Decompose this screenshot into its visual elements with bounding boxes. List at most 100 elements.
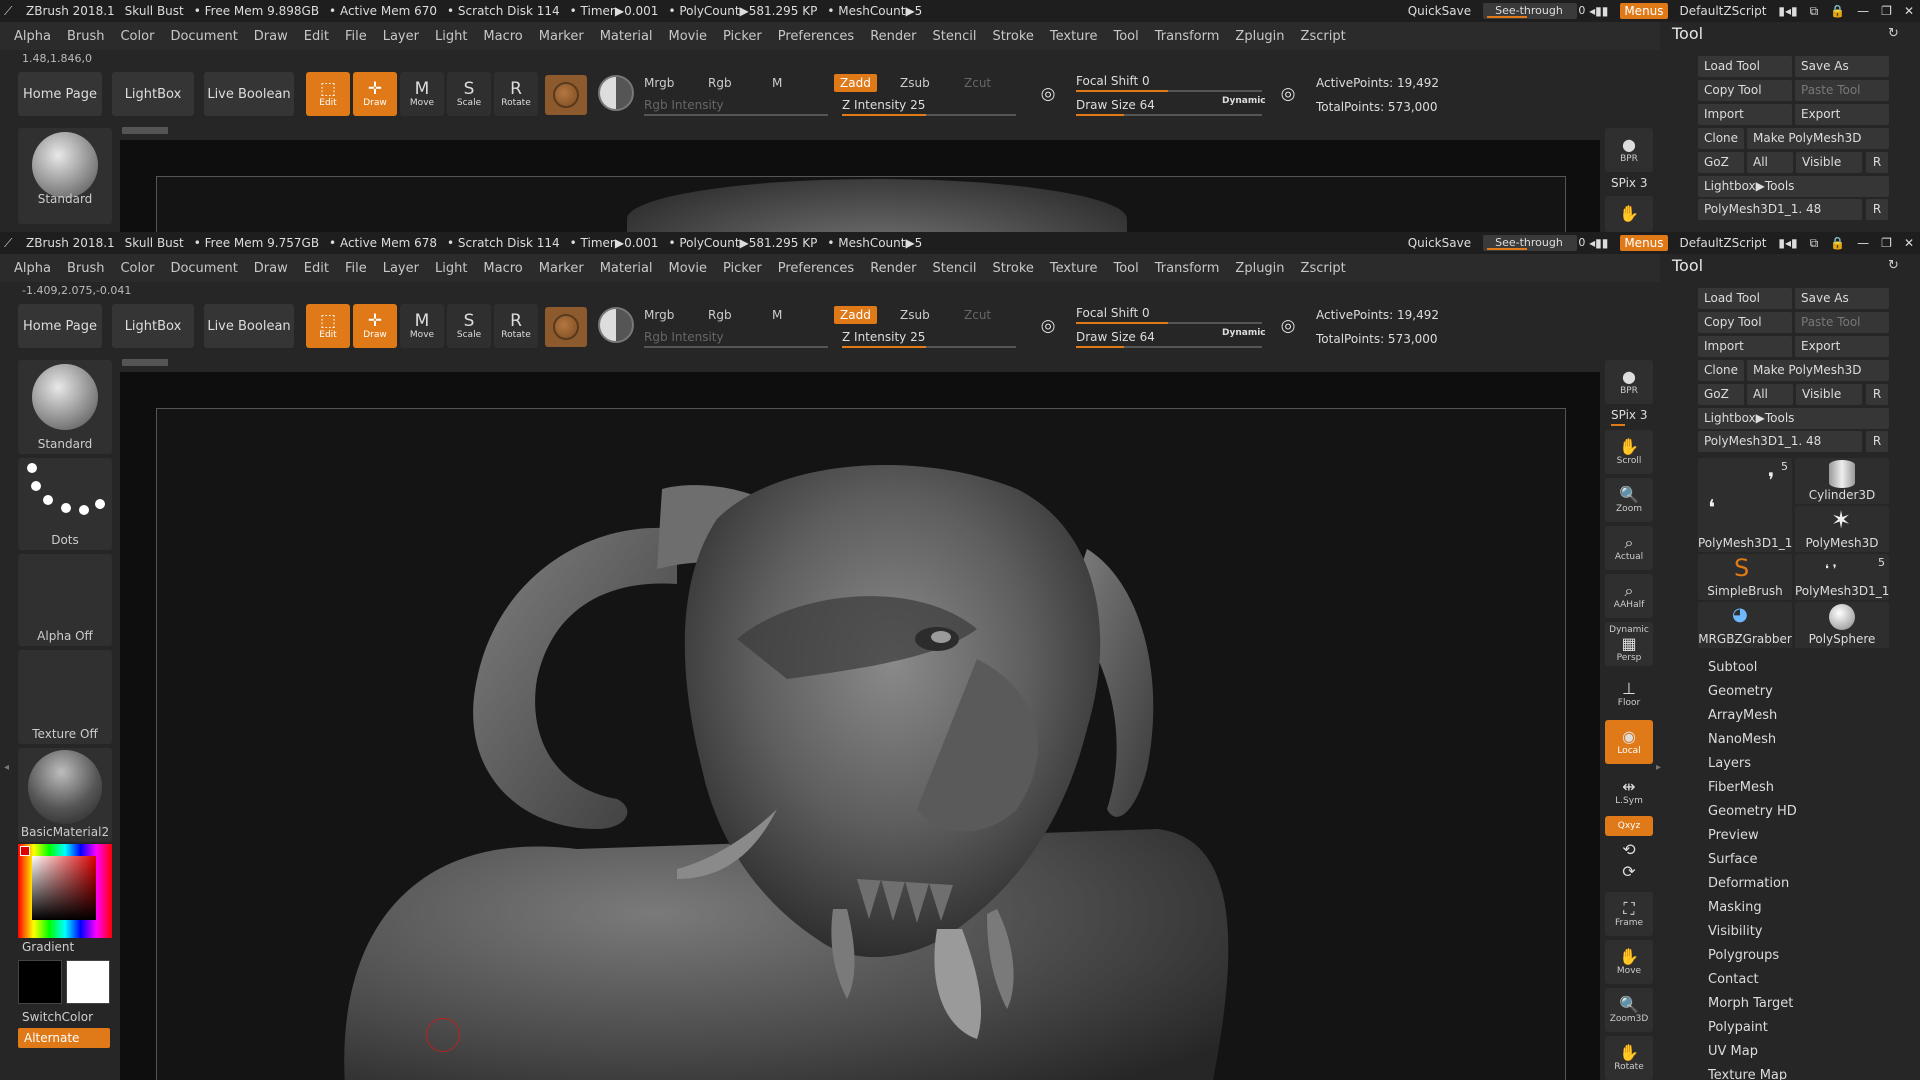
local-button[interactable]: ◉ Local — [1605, 720, 1653, 764]
tool-thumb-polysphere[interactable]: PolySphere — [1795, 602, 1889, 648]
rgb-intensity-slider[interactable]: Rgb Intensity — [644, 98, 724, 112]
texture-thumb[interactable]: Texture Off — [18, 650, 112, 744]
zcut-button[interactable]: Zcut — [964, 308, 991, 322]
menu-document[interactable]: Document — [170, 261, 237, 276]
main-color-swatch[interactable] — [18, 960, 62, 1004]
current-tool-slider[interactable]: PolyMesh3D1_1. 48 — [1698, 199, 1862, 220]
menu-color[interactable]: Color — [120, 29, 154, 44]
scale-button[interactable]: S Scale — [447, 72, 491, 116]
goz-r-button[interactable]: R — [1866, 152, 1888, 173]
import-button[interactable]: Import — [1698, 104, 1792, 125]
z-intensity-slider[interactable]: Z Intensity 25 — [842, 330, 925, 344]
lazy-mouse-icon[interactable]: ◎ — [1270, 72, 1306, 116]
move-button[interactable]: M Move — [400, 72, 444, 116]
live-boolean-button[interactable]: Live Boolean — [204, 304, 294, 348]
focal-shift-slider[interactable]: Focal Shift 0 — [1076, 306, 1150, 320]
gradient-label[interactable]: Gradient — [22, 940, 74, 954]
draw-size-slider[interactable]: Draw Size 64 — [1076, 98, 1155, 112]
color-square[interactable] — [32, 856, 96, 920]
quicksave-button[interactable]: QuickSave — [1408, 4, 1471, 18]
actual-button[interactable]: ⌕ Actual — [1605, 526, 1653, 570]
draw-size-slider[interactable]: Draw Size 64 — [1076, 330, 1155, 344]
submenu-layers[interactable]: Layers — [1708, 756, 1751, 771]
restore-icon[interactable]: ❐ — [1881, 4, 1892, 18]
menu-macro[interactable]: Macro — [483, 261, 522, 276]
layout-icon[interactable]: ◂▮▮ — [1589, 4, 1608, 18]
load-tool-button[interactable]: Load Tool — [1698, 56, 1792, 77]
submenu-uv-map[interactable]: UV Map — [1708, 1044, 1758, 1059]
tool-thumb-polymesh-active[interactable]: 5 ❛ ❜ PolyMesh3D1_1 — [1698, 458, 1792, 552]
menu-material[interactable]: Material — [600, 29, 653, 44]
menu-edit[interactable]: Edit — [304, 29, 329, 44]
lightbox-tools-button[interactable]: Lightbox▶Tools — [1698, 176, 1889, 197]
submenu-visibility[interactable]: Visibility — [1708, 924, 1762, 939]
menu-tool[interactable]: Tool — [1113, 29, 1138, 44]
menu-marker[interactable]: Marker — [539, 261, 584, 276]
rgb-intensity-track[interactable] — [644, 346, 828, 348]
palette-reset-icon[interactable]: ↻ — [1888, 258, 1899, 273]
submenu-surface[interactable]: Surface — [1708, 852, 1758, 867]
home-page-button[interactable]: Home Page — [18, 72, 102, 116]
menu-alpha[interactable]: Alpha — [14, 261, 51, 276]
quicksave-button[interactable]: QuickSave — [1408, 236, 1471, 250]
tool-thumb-polymesh-sub[interactable]: 5 ❛ ❜ PolyMesh3D1_1 — [1795, 554, 1889, 600]
load-tool-button[interactable]: Load Tool — [1698, 288, 1792, 309]
help-icon[interactable]: ▮◂▮ — [1778, 4, 1797, 18]
paste-tool-button[interactable]: Paste Tool — [1795, 80, 1889, 101]
menu-draw[interactable]: Draw — [254, 29, 288, 44]
menu-movie[interactable]: Movie — [669, 261, 707, 276]
menu-edit[interactable]: Edit — [304, 261, 329, 276]
clone-button[interactable]: Clone — [1698, 128, 1744, 149]
left-tray-toggle-icon[interactable]: ◂ — [4, 762, 12, 822]
layout-switch-icon[interactable]: ⧉ — [1810, 236, 1819, 251]
menu-draw[interactable]: Draw — [254, 261, 288, 276]
draw-button[interactable]: ✛ Draw — [353, 72, 397, 116]
persp-button[interactable]: Dynamic ▦ Persp — [1605, 622, 1653, 666]
dynamic-toggle[interactable]: Dynamic — [1222, 96, 1266, 106]
save-as-button[interactable]: Save As — [1795, 56, 1889, 77]
bpr-button-back[interactable]: ● BPR — [1605, 128, 1653, 172]
rgb-intensity-slider[interactable]: Rgb Intensity — [644, 330, 724, 344]
close-icon[interactable]: ✕ — [1904, 4, 1914, 18]
default-zscript-button[interactable]: DefaultZScript — [1680, 4, 1767, 18]
default-zscript-button[interactable]: DefaultZScript — [1680, 236, 1767, 250]
seethrough-slider[interactable]: See-through 0 — [1483, 235, 1585, 251]
rgb-button[interactable]: Rgb — [708, 308, 732, 322]
submenu-subtool[interactable]: Subtool — [1708, 660, 1757, 675]
menus-button[interactable]: Menus — [1620, 3, 1668, 19]
tool-thumb-mrgbzgrabber[interactable]: ◕ MRGBZGrabber — [1698, 602, 1792, 648]
color-picker[interactable] — [18, 844, 112, 938]
submenu-contact[interactable]: Contact — [1708, 972, 1759, 987]
focal-shift-slider[interactable]: Focal Shift 0 — [1076, 74, 1150, 88]
standard-brush-thumb[interactable]: Standard — [18, 360, 112, 454]
menu-picker[interactable]: Picker — [723, 29, 762, 44]
move-button[interactable]: M Move — [400, 304, 444, 348]
submenu-arraymesh[interactable]: ArrayMesh — [1708, 708, 1777, 723]
menu-alpha[interactable]: Alpha — [14, 29, 51, 44]
copy-tool-button[interactable]: Copy Tool — [1698, 312, 1792, 333]
viewport-back[interactable] — [120, 140, 1600, 232]
menu-stroke[interactable]: Stroke — [992, 29, 1033, 44]
rgb-mode-icon[interactable] — [598, 75, 634, 111]
import-button[interactable]: Import — [1698, 336, 1792, 357]
m-button[interactable]: M — [772, 76, 782, 90]
secondary-color-swatch[interactable] — [66, 960, 110, 1004]
menu-texture[interactable]: Texture — [1050, 261, 1098, 276]
draw-button[interactable]: ✛ Draw — [353, 304, 397, 348]
restore-icon[interactable]: ❐ — [1881, 236, 1892, 250]
menu-macro[interactable]: Macro — [483, 29, 522, 44]
mrgb-button[interactable]: Mrgb — [644, 76, 674, 90]
m-button[interactable]: M — [772, 308, 782, 322]
zsub-button[interactable]: Zsub — [900, 308, 930, 322]
rotate-view-button[interactable]: ✋ Rotate — [1605, 1036, 1653, 1080]
submenu-fibermesh[interactable]: FiberMesh — [1708, 780, 1774, 795]
submenu-texture-map[interactable]: Texture Map — [1708, 1068, 1787, 1080]
menu-movie[interactable]: Movie — [669, 29, 707, 44]
close-icon[interactable]: ✕ — [1904, 236, 1914, 250]
goz-button[interactable]: GoZ — [1698, 152, 1744, 173]
menu-brush[interactable]: Brush — [67, 261, 105, 276]
spix-value-back[interactable]: SPix 3 — [1611, 176, 1647, 190]
zcut-button[interactable]: Zcut — [964, 76, 991, 90]
goz-visible-button[interactable]: Visible — [1796, 384, 1862, 405]
rotate-z-icon[interactable]: ⟳ — [1605, 862, 1653, 882]
